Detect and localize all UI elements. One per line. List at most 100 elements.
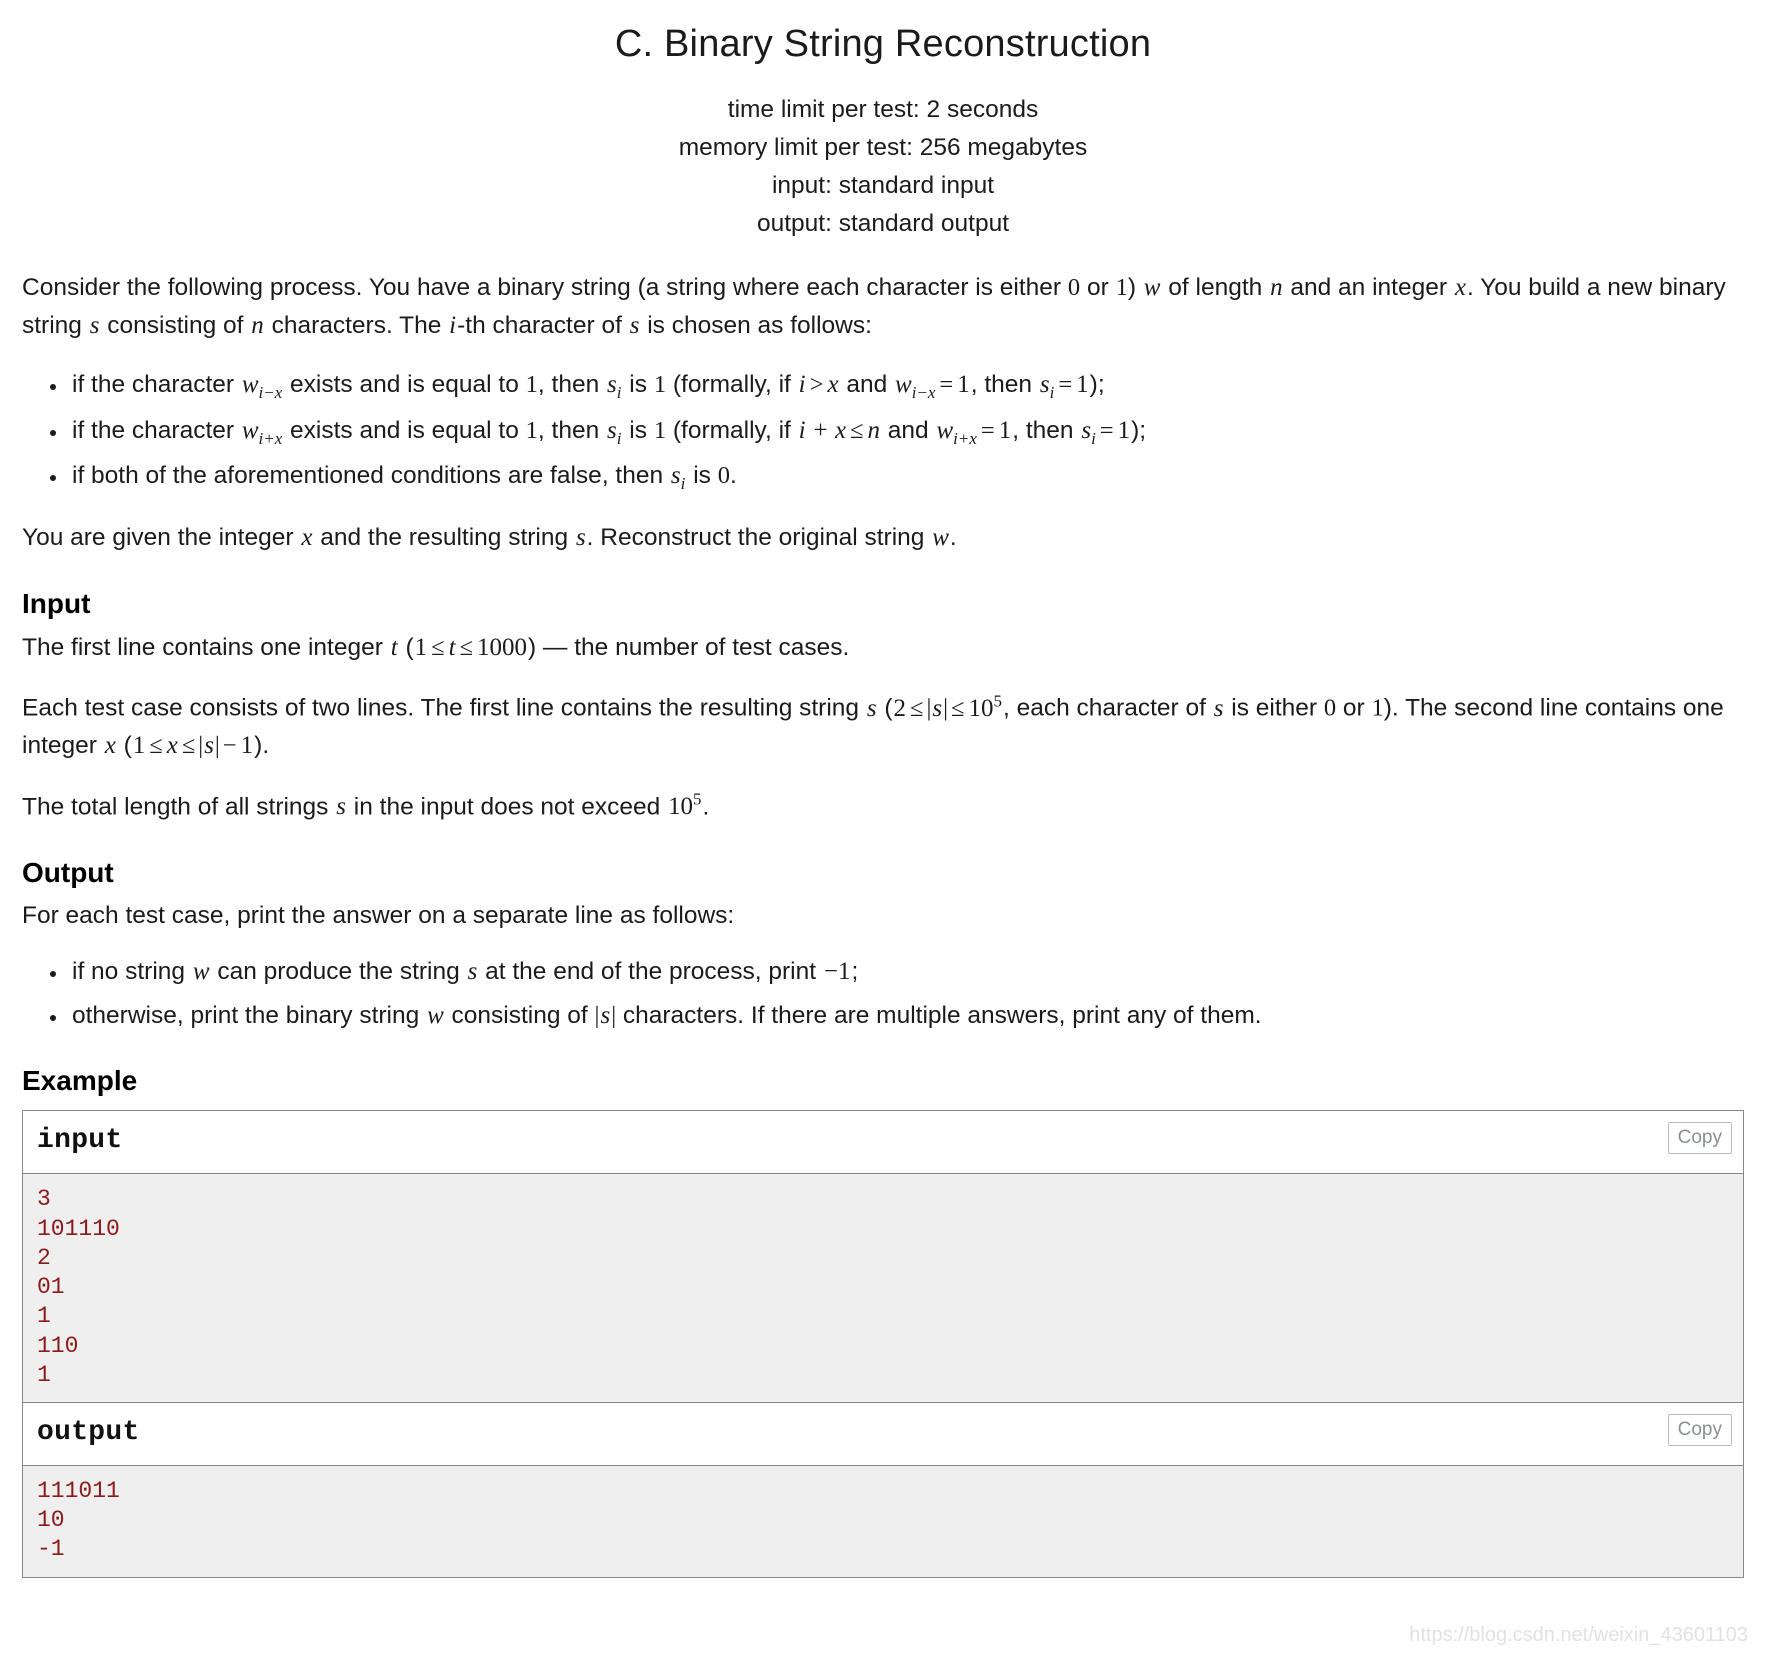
rule-text: can produce the string xyxy=(210,957,467,985)
rule-text: consisting of xyxy=(444,1001,595,1029)
input-line-1: The first line contains one integer t (1… xyxy=(22,629,1744,667)
math-operator: ≤ xyxy=(850,416,864,444)
input-text: ) — the number of test cases. xyxy=(527,633,850,661)
watermark: https://blog.csdn.net/weixin_43601103 xyxy=(1409,1624,1748,1646)
math-subscript: i+x xyxy=(953,428,977,448)
math-s: s xyxy=(575,523,586,551)
math-var: w xyxy=(895,371,912,399)
input-line-3: The total length of all strings s in the… xyxy=(22,787,1744,826)
list-item: if no string w can produce the string s … xyxy=(68,953,1744,991)
math-s: s xyxy=(336,793,346,821)
math-subscript: i xyxy=(1049,383,1055,403)
math-w: w xyxy=(192,957,210,985)
rule-text: , then xyxy=(537,371,607,399)
list-item: otherwise, print the binary string w con… xyxy=(68,997,1744,1035)
math-number: 1 xyxy=(414,633,428,661)
sample-output-label: output xyxy=(37,1416,140,1448)
math-base: 10 xyxy=(668,793,694,821)
rule-text: and xyxy=(839,371,895,399)
math-n: n xyxy=(251,311,264,339)
math-var: s xyxy=(607,371,617,399)
math-operator: ≤ xyxy=(910,694,924,722)
sample-input-data[interactable]: 3 101110 2 01 1 110 1 xyxy=(23,1174,1743,1402)
input-line-2: Each test case consists of two lines. Th… xyxy=(22,688,1744,765)
stmt-text: You are given the integer xyxy=(22,523,301,551)
problem-page: C. Binary String Reconstruction time lim… xyxy=(0,0,1766,1646)
input-text: The first line contains one integer xyxy=(22,633,390,661)
math-w-sub: wi−x xyxy=(894,371,936,402)
math-i-plus-x: i + x xyxy=(798,416,847,444)
math-var: s xyxy=(204,732,214,760)
sample-output-header: output Copy xyxy=(23,1402,1743,1466)
math-w-sub: wi−x xyxy=(241,371,283,402)
rule-text: is xyxy=(622,416,654,444)
output-intro: For each test case, print the answer on … xyxy=(22,902,735,930)
rule-text: characters. If there are multiple answer… xyxy=(616,1001,1262,1029)
math-number: 1 xyxy=(240,732,254,760)
math-power: 105 xyxy=(968,691,1003,722)
sample-input-label: input xyxy=(37,1125,123,1157)
output-mode: output: standard output xyxy=(757,209,1009,237)
rule-text: ); xyxy=(1131,416,1147,444)
math-s-sub: si xyxy=(606,371,622,402)
output-section-heading: Output xyxy=(22,857,114,889)
math-subscript: i xyxy=(1091,428,1096,448)
math-var: w xyxy=(241,371,259,399)
rule-text: if both of the aforementioned conditions… xyxy=(72,462,670,490)
math-exponent: 5 xyxy=(693,790,702,810)
stmt-text: characters. The xyxy=(264,311,449,339)
rule-text: . xyxy=(729,462,737,490)
output-rules-list: if no string w can produce the string s … xyxy=(22,953,1744,1035)
rules-list: if the character wi−x exists and is equa… xyxy=(22,366,1744,496)
math-s-sub: si xyxy=(606,417,622,448)
math-number: 1 xyxy=(1117,416,1131,444)
rule-text: , then xyxy=(1012,416,1081,444)
sample-input-box: input Copy 3 101110 2 01 1 110 1 xyxy=(22,1110,1744,1402)
math-n: n xyxy=(867,416,881,444)
math-x: x xyxy=(104,732,116,760)
problem-header: C. Binary String Reconstruction time lim… xyxy=(0,0,1766,243)
math-s-sub: si xyxy=(1039,371,1055,402)
literal-zero: 0 xyxy=(1067,273,1081,301)
rule-text: ; xyxy=(851,957,859,985)
input-text: ( xyxy=(116,732,132,760)
list-item: if the character wi+x exists and is equa… xyxy=(68,412,1744,451)
stmt-text: of length xyxy=(1161,273,1270,301)
input-text: is either xyxy=(1224,694,1324,722)
input-text: in the input does not exceed xyxy=(346,793,668,821)
math-operator: ≤ xyxy=(951,694,965,722)
rule-text: at the end of the process, print xyxy=(478,957,823,985)
math-number: 1000 xyxy=(477,633,527,661)
problem-content: Consider the following process. You have… xyxy=(0,269,1766,1578)
literal-one: 1 xyxy=(525,371,538,399)
stmt-text: ) xyxy=(1127,273,1143,301)
sample-output-data[interactable]: 111011 10 -1 xyxy=(23,1465,1743,1577)
math-subscript: i+x xyxy=(258,428,283,448)
math-x: x xyxy=(166,732,178,760)
math-minus-one: −1 xyxy=(823,957,851,985)
math-operator: ≤ xyxy=(149,732,163,760)
copy-input-button[interactable]: Copy xyxy=(1667,1122,1732,1155)
math-var: s xyxy=(600,1001,611,1029)
math-x: x xyxy=(301,523,313,551)
stmt-text: Consider the following process. You have… xyxy=(22,273,1068,301)
math-w-sub: wi+x xyxy=(241,416,283,448)
stmt-text: or xyxy=(1080,273,1116,301)
math-number: 1 xyxy=(998,416,1012,444)
math-i: i xyxy=(798,371,806,399)
math-var: w xyxy=(241,416,259,444)
math-x: x xyxy=(1454,273,1466,301)
stmt-text: . xyxy=(949,523,957,551)
math-number: 1 xyxy=(1076,371,1089,399)
math-operator: = xyxy=(980,416,995,444)
rule-text: is xyxy=(622,371,654,399)
math-var: s xyxy=(670,462,681,490)
rule-text: otherwise, print the binary string xyxy=(72,1001,427,1029)
math-base: 10 xyxy=(968,694,994,722)
copy-output-button[interactable]: Copy xyxy=(1667,1413,1732,1446)
literal-zero: 0 xyxy=(717,462,730,490)
literal-one: 1 xyxy=(1115,273,1128,301)
math-x: x xyxy=(827,371,839,399)
math-var: s xyxy=(1039,371,1050,399)
input-section-heading: Input xyxy=(22,587,91,619)
